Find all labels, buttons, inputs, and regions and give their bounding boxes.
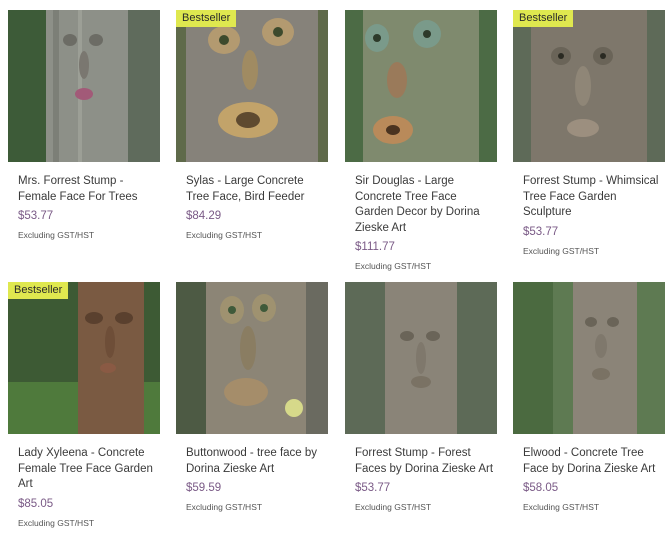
tax-note: Excluding GST/HST: [523, 245, 600, 256]
product-price: $85.05: [18, 497, 54, 510]
tree-face-photo: [176, 282, 328, 434]
tax-note: Excluding GST/HST: [186, 502, 263, 512]
tax-note: Excluding GST/HST: [186, 230, 263, 240]
product-title[interactable]: Sylas - Large Concrete Tree Face, Bird F…: [176, 174, 328, 205]
bestseller-badge: Bestseller: [176, 10, 237, 27]
tax-note: Excluding GST/HST: [355, 261, 432, 271]
product-card[interactable]: Bestseller Forrest Stump - Whimsical Tre…: [513, 10, 665, 256]
product-card[interactable]: Forrest Stump - Forest Faces by Dorina Z…: [345, 282, 497, 512]
product-image[interactable]: [345, 10, 497, 162]
product-title[interactable]: Sir Douglas - Large Concrete Tree Face G…: [345, 174, 497, 236]
tree-face-photo: [513, 282, 665, 434]
product-title[interactable]: Mrs. Forrest Stump - Female Face For Tre…: [8, 174, 160, 205]
product-card[interactable]: Bestseller Lady Xyleena - Concrete Femal…: [8, 282, 160, 528]
tax-note: Excluding GST/HST: [523, 502, 600, 512]
tree-face-photo: [345, 282, 497, 434]
product-price: $53.77: [523, 225, 559, 238]
tree-face-photo: [513, 10, 665, 162]
product-price: $53.77: [18, 210, 54, 222]
tax-note: Excluding GST/HST: [18, 230, 95, 240]
product-card[interactable]: Mrs. Forrest Stump - Female Face For Tre…: [8, 10, 160, 240]
product-image[interactable]: Bestseller: [8, 282, 160, 434]
tree-face-photo: [8, 10, 160, 162]
product-image[interactable]: [345, 282, 497, 434]
product-title[interactable]: Elwood - Concrete Tree Face by Dorina Zi…: [513, 446, 665, 477]
product-card[interactable]: Bestseller Sylas - Large Concrete Tree F…: [176, 10, 328, 240]
product-image[interactable]: Bestseller: [513, 10, 665, 162]
product-card[interactable]: Sir Douglas - Large Concrete Tree Face G…: [345, 10, 497, 271]
product-title[interactable]: Buttonwood - tree face by Dorina Zieske …: [176, 446, 328, 477]
product-image[interactable]: [8, 10, 160, 162]
tree-face-photo: [8, 282, 160, 434]
product-title[interactable]: Forrest Stump - Whimsical Tree Face Gard…: [513, 174, 665, 221]
product-title[interactable]: Forrest Stump - Forest Faces by Dorina Z…: [345, 446, 497, 477]
tax-note: Excluding GST/HST: [18, 517, 95, 528]
tree-face-photo: [345, 10, 497, 162]
product-image[interactable]: [176, 282, 328, 434]
product-card[interactable]: Buttonwood - tree face by Dorina Zieske …: [176, 282, 328, 512]
product-price: $58.05: [523, 482, 559, 494]
product-image[interactable]: Bestseller: [176, 10, 328, 162]
tree-face-photo: [176, 10, 328, 162]
tax-note: Excluding GST/HST: [355, 502, 432, 512]
bestseller-badge: Bestseller: [513, 10, 574, 27]
bestseller-badge: Bestseller: [8, 282, 69, 299]
product-price: $53.77: [355, 482, 391, 494]
product-price: $59.59: [186, 482, 222, 494]
product-price: $111.77: [355, 241, 395, 253]
product-card[interactable]: Elwood - Concrete Tree Face by Dorina Zi…: [513, 282, 665, 512]
product-price: $84.29: [186, 210, 222, 222]
product-image[interactable]: [513, 282, 665, 434]
product-title[interactable]: Lady Xyleena - Concrete Female Tree Face…: [8, 446, 160, 493]
